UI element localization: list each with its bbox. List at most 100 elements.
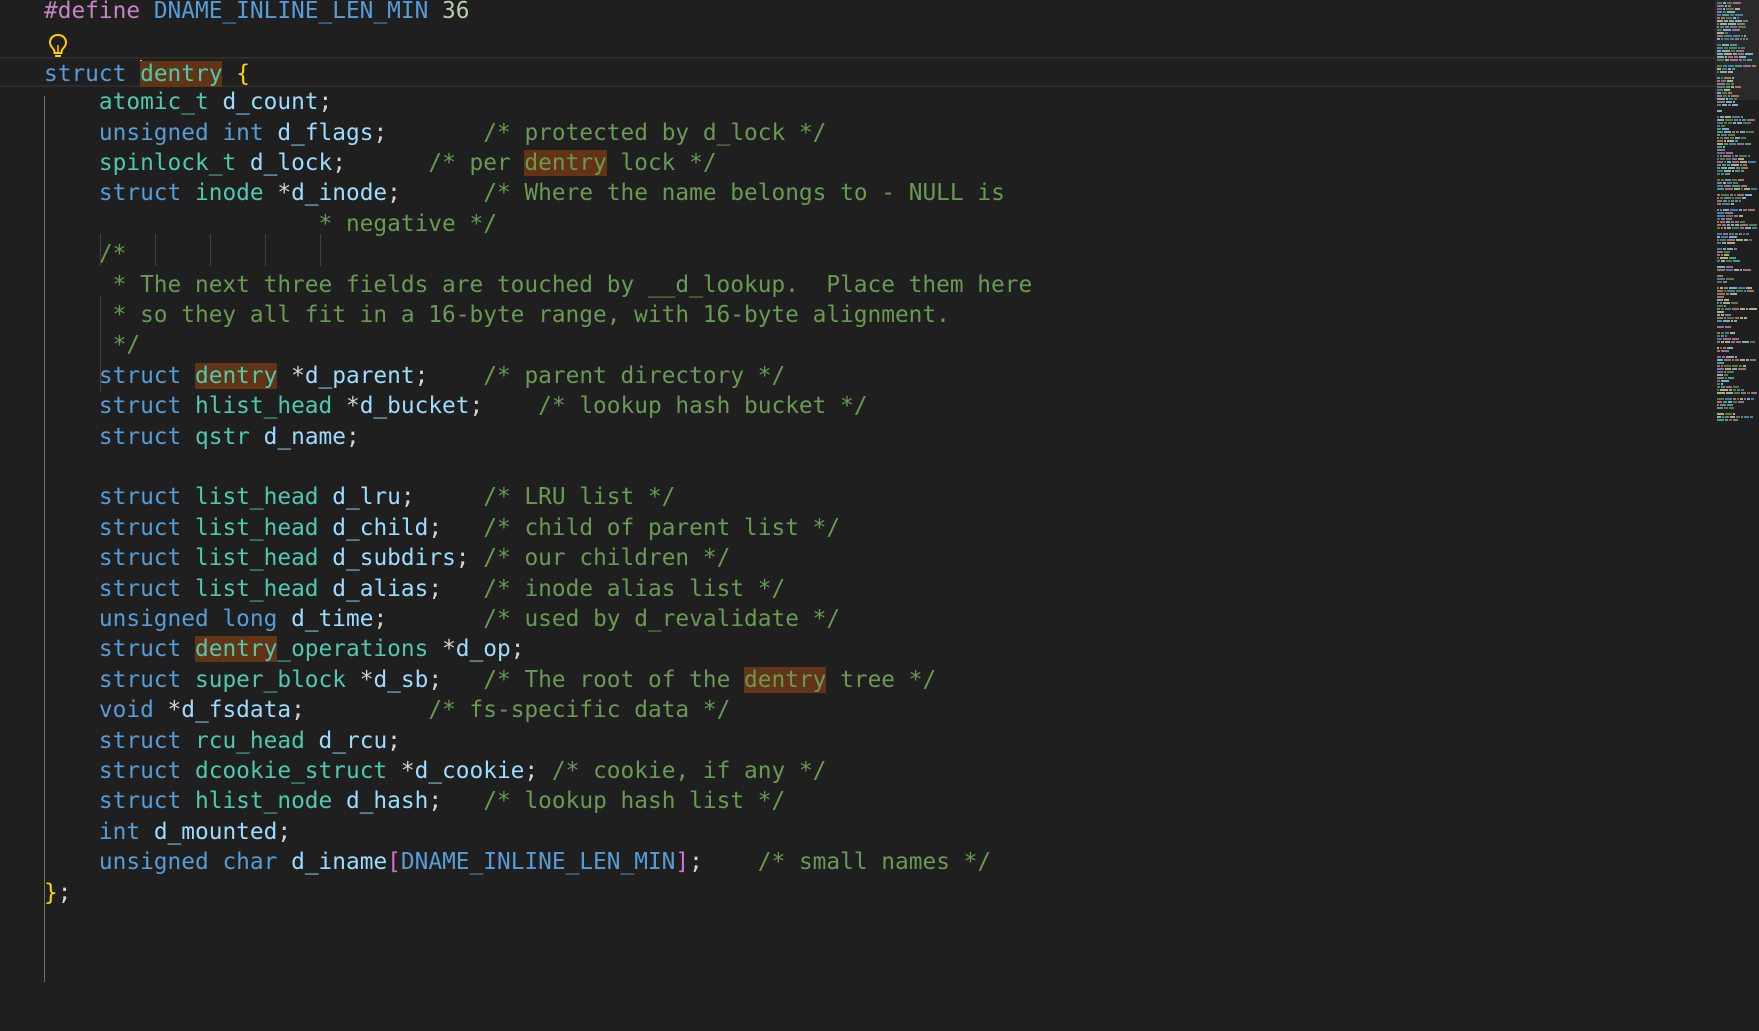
minimap-line — [1738, 179, 1744, 181]
code-line[interactable]: }; — [0, 878, 1715, 908]
minimap-line — [1735, 38, 1739, 40]
code-line[interactable]: spinlock_t d_lock; /* per dentry lock */ — [0, 148, 1715, 178]
minimap-line — [1717, 392, 1725, 394]
minimap-line — [1751, 398, 1754, 400]
code-line[interactable]: unsigned long d_time; /* used by d_reval… — [0, 604, 1715, 634]
code-line[interactable]: unsigned char d_iname[DNAME_INLINE_LEN_M… — [0, 847, 1715, 877]
code-line[interactable]: #define DNAME_INLINE_LEN_MIN 36 — [0, 0, 1715, 26]
minimap-line — [1727, 290, 1735, 292]
code-line[interactable]: struct qstr d_name; — [0, 422, 1715, 452]
code-line[interactable]: struct list_head d_lru; /* LRU list */ — [0, 482, 1715, 512]
minimap-line — [1724, 251, 1730, 253]
minimap-line — [1717, 50, 1721, 52]
code-line[interactable]: struct hlist_node d_hash; /* lookup hash… — [0, 786, 1715, 816]
code-token: ; — [277, 818, 292, 845]
minimap-line — [1717, 44, 1721, 46]
line-text: /* — [44, 239, 126, 269]
minimap-line — [1732, 116, 1740, 118]
code-token: d_bucket — [359, 393, 470, 420]
code-token: ; — [332, 150, 346, 176]
code-line[interactable] — [0, 452, 1715, 482]
minimap-line — [1724, 254, 1729, 256]
code-editor[interactable]: #define DNAME_INLINE_LEN_MIN 36 struct de… — [0, 0, 1759, 1031]
code-line[interactable] — [0, 26, 1715, 56]
minimap-line — [1732, 227, 1739, 229]
code-token: d_rcu — [318, 727, 388, 754]
code-line[interactable]: * so they all fit in a 16-byte range, wi… — [0, 300, 1715, 330]
minimap-line — [1724, 299, 1729, 301]
code-line[interactable]: atomic_t d_count; — [0, 87, 1715, 117]
minimap-line — [1717, 248, 1722, 250]
code-line[interactable]: int d_mounted; — [0, 817, 1715, 847]
code-line[interactable]: void *d_fsdata; /* fs-specific data */ — [0, 695, 1715, 725]
minimap-line — [1730, 44, 1737, 46]
minimap-line — [1717, 68, 1721, 70]
minimap-line — [1732, 77, 1734, 79]
minimap-line — [1728, 92, 1732, 94]
minimap[interactable] — [1715, 0, 1759, 1031]
code-line[interactable]: struct hlist_head *d_bucket; /* lookup h… — [0, 391, 1715, 421]
minimap-line — [1741, 389, 1744, 391]
code-line[interactable]: struct list_head d_child; /* child of pa… — [0, 513, 1715, 543]
minimap-line — [1735, 221, 1739, 223]
minimap-line — [1717, 140, 1723, 142]
code-line[interactable]: struct super_block *d_sb; /* The root of… — [0, 665, 1715, 695]
minimap-line — [1725, 173, 1730, 175]
minimap-line — [1740, 164, 1742, 166]
code-line[interactable]: struct inode *d_inode; /* Where the name… — [0, 178, 1715, 208]
code-line[interactable]: /* — [0, 239, 1715, 269]
minimap-line — [1731, 320, 1733, 322]
minimap-line — [1727, 164, 1730, 166]
code-line[interactable]: struct dcookie_struct *d_cookie; /* cook… — [0, 756, 1715, 786]
indent-guide — [155, 234, 156, 266]
minimap-line — [1717, 83, 1725, 85]
minimap-line — [1726, 8, 1734, 10]
minimap-line — [1717, 38, 1720, 40]
minimap-line — [1750, 359, 1756, 361]
code-area[interactable]: #define DNAME_INLINE_LEN_MIN 36 struct de… — [0, 0, 1715, 1031]
minimap-line — [1717, 314, 1720, 316]
minimap-line — [1739, 200, 1741, 202]
minimap-line — [1738, 47, 1740, 49]
minimap-line — [1717, 161, 1723, 163]
code-line[interactable]: struct list_head d_subdirs; /* our child… — [0, 543, 1715, 573]
code-line[interactable]: struct rcu_head d_rcu; — [0, 726, 1715, 756]
minimap-line — [1721, 80, 1726, 82]
code-token: struct — [98, 180, 182, 207]
code-line[interactable]: * The next three fields are touched by _… — [0, 270, 1715, 300]
code-line[interactable]: struct list_head d_alias; /* inode alias… — [0, 574, 1715, 604]
minimap-line — [1726, 260, 1732, 262]
minimap-line — [1725, 26, 1729, 28]
minimap-line — [1732, 29, 1740, 31]
minimap-line — [1743, 233, 1745, 235]
minimap-line — [1733, 2, 1741, 4]
minimap-line — [1717, 26, 1719, 28]
code-line[interactable]: struct dentry { — [0, 56, 1715, 88]
minimap-line — [1717, 416, 1721, 418]
minimap-line — [1734, 119, 1738, 121]
minimap-line — [1721, 383, 1723, 385]
lightbulb-icon[interactable] — [46, 32, 70, 60]
minimap-line — [1739, 56, 1746, 58]
minimap-line — [1739, 233, 1742, 235]
code-line[interactable]: * negative */ — [0, 209, 1715, 239]
minimap-line — [1735, 233, 1738, 235]
minimap-line — [1723, 248, 1726, 250]
code-line[interactable]: */ — [0, 330, 1715, 360]
minimap-line — [1722, 242, 1726, 244]
code-line[interactable]: struct dentry *d_parent; /* parent direc… — [0, 361, 1715, 391]
code-line[interactable]: unsigned int d_flags; /* protected by d_… — [0, 118, 1715, 148]
minimap-line — [1743, 164, 1747, 166]
minimap-line — [1732, 158, 1737, 160]
minimap-line — [1725, 398, 1732, 400]
minimap-line — [1736, 341, 1741, 343]
code-line[interactable]: struct dentry_operations *d_op; — [0, 634, 1715, 664]
minimap-line — [1717, 203, 1721, 205]
